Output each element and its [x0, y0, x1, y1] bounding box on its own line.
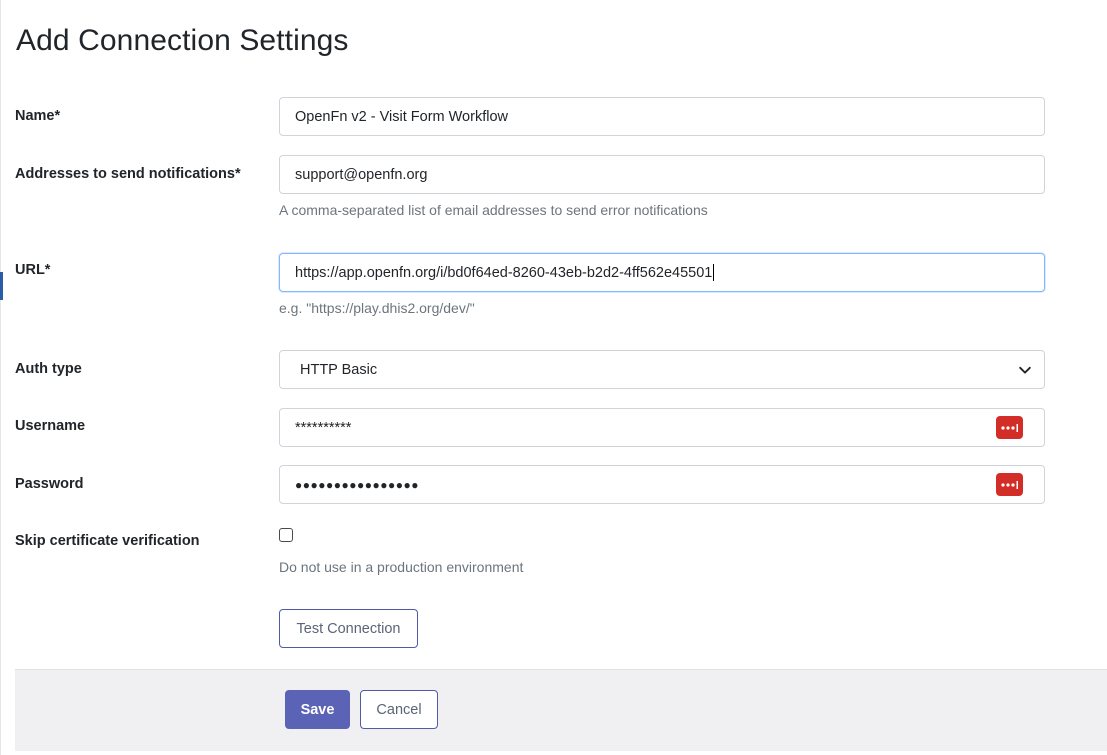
dots-icon — [1000, 480, 1018, 489]
cancel-button[interactable]: Cancel — [360, 690, 438, 729]
addresses-help: A comma-separated list of email addresse… — [279, 202, 708, 218]
test-connection-button[interactable]: Test Connection — [279, 609, 418, 648]
addresses-label: Addresses to send notifications* — [15, 166, 241, 182]
save-button[interactable]: Save — [285, 690, 350, 729]
username-input-value: ********** — [295, 419, 352, 436]
dots-icon — [1000, 423, 1018, 432]
left-edge-border — [0, 0, 1, 755]
password-input-value: ●●●●●●●●●●●●●●●● — [295, 477, 419, 492]
form-footer — [15, 669, 1107, 751]
skip-cert-checkbox[interactable] — [279, 528, 293, 542]
text-caret — [713, 264, 715, 281]
password-label: Password — [15, 476, 84, 492]
password-manager-icon[interactable] — [996, 473, 1023, 496]
name-input-value: OpenFn v2 - Visit Form Workflow — [295, 108, 508, 125]
password-manager-icon[interactable] — [996, 416, 1023, 439]
name-input[interactable]: OpenFn v2 - Visit Form Workflow — [279, 97, 1045, 136]
active-indicator — [0, 272, 3, 300]
password-input[interactable]: ●●●●●●●●●●●●●●●● — [279, 465, 1045, 504]
connection-settings-page: Add Connection Settings Name* OpenFn v2 … — [0, 0, 1107, 755]
url-input[interactable]: https://app.openfn.org/i/bd0f64ed-8260-4… — [279, 253, 1045, 292]
skip-cert-help: Do not use in a production environment — [279, 559, 524, 575]
auth-type-label: Auth type — [15, 361, 82, 377]
addresses-input[interactable]: support@openfn.org — [279, 155, 1045, 194]
skip-cert-label: Skip certificate verification — [15, 533, 200, 549]
auth-type-select[interactable]: HTTP Basic — [279, 350, 1045, 389]
username-label: Username — [15, 418, 86, 434]
username-input[interactable]: ********** — [279, 408, 1045, 447]
page-title: Add Connection Settings — [16, 24, 349, 57]
chevron-down-icon — [1019, 366, 1031, 374]
url-label: URL* — [15, 262, 51, 278]
auth-type-selected-value: HTTP Basic — [300, 361, 378, 378]
url-help: e.g. "https://play.dhis2.org/dev/" — [279, 300, 475, 316]
addresses-input-value: support@openfn.org — [295, 166, 428, 183]
url-input-value: https://app.openfn.org/i/bd0f64ed-8260-4… — [295, 264, 713, 281]
name-label: Name* — [15, 108, 61, 124]
